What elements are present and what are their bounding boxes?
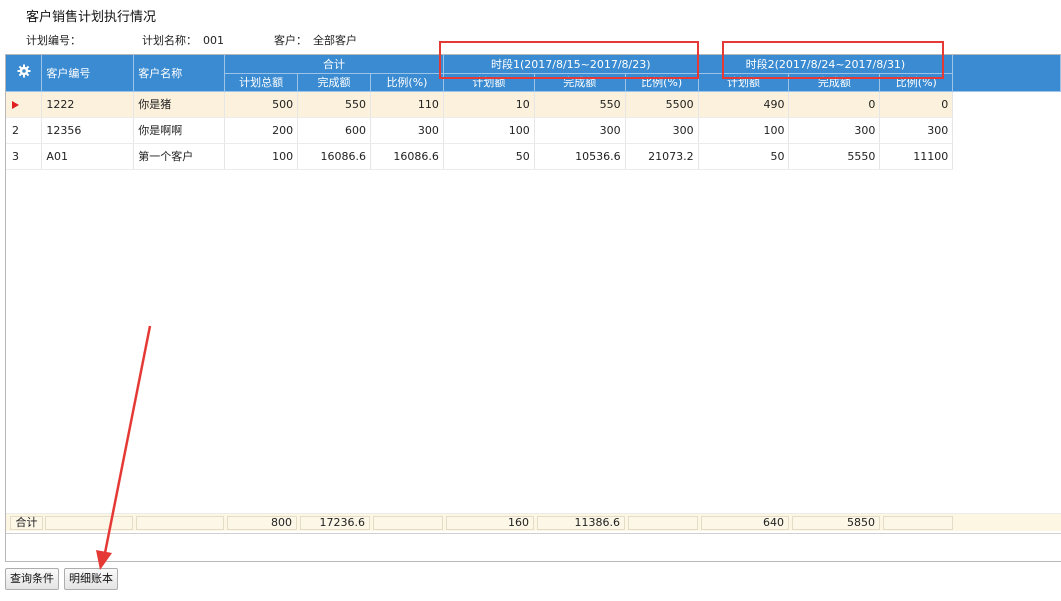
- page-title: 客户销售计划执行情况: [26, 10, 157, 25]
- cell-p2-done[interactable]: 0: [788, 91, 881, 118]
- plan-no-label: 计划编号：: [26, 34, 81, 47]
- table-row[interactable]: 1222 你是猪 500 550 110 10 550 5500 490 0 0: [6, 91, 1061, 118]
- col-customer-code[interactable]: 客户编号: [41, 55, 135, 92]
- cell-p2-ratio[interactable]: 300: [879, 117, 954, 144]
- plan-name-value: 001: [203, 34, 224, 47]
- cell-name[interactable]: 你是啊啊: [133, 117, 226, 144]
- cell-total-plan[interactable]: 500: [224, 91, 299, 118]
- cell-total-done[interactable]: 16086.6: [297, 143, 371, 170]
- cell-name[interactable]: 你是猪: [133, 91, 226, 118]
- col-total-plan[interactable]: 计划总额: [224, 73, 299, 92]
- cell-p2-done[interactable]: 300: [788, 117, 881, 144]
- cell-p2-plan[interactable]: 490: [698, 91, 790, 118]
- cell-p1-done[interactable]: 550: [534, 91, 626, 118]
- cell-total-ratio[interactable]: 110: [370, 91, 444, 118]
- cell-p2-done[interactable]: 5550: [788, 143, 881, 170]
- annotation-box-period1: [439, 41, 699, 79]
- row-indicator: [6, 91, 43, 118]
- cell-total-done[interactable]: 600: [297, 117, 371, 144]
- cell-p1-done[interactable]: 10536.6: [534, 143, 626, 170]
- summary-total-plan: 800: [227, 516, 297, 530]
- cell-p1-ratio[interactable]: 21073.2: [625, 143, 699, 170]
- gear-icon[interactable]: [17, 64, 31, 78]
- settings-button[interactable]: [6, 55, 43, 92]
- cell-code[interactable]: 1222: [41, 91, 135, 118]
- summary-p2-plan: 640: [701, 516, 789, 530]
- cell-name[interactable]: 第一个客户: [133, 143, 226, 170]
- summary-name: [136, 516, 224, 530]
- summary-p2-ratio: [883, 516, 953, 530]
- cell-code[interactable]: 12356: [41, 117, 135, 144]
- cell-total-ratio[interactable]: 300: [370, 117, 444, 144]
- annotation-box-period2: [722, 41, 944, 79]
- plan-name-label: 计划名称： 001: [142, 34, 224, 47]
- table-row[interactable]: 3 A01 第一个客户 100 16086.6 16086.6 50 10536…: [6, 143, 1061, 170]
- query-conditions-button[interactable]: 查询条件: [5, 568, 59, 590]
- cell-p2-plan[interactable]: 50: [698, 143, 790, 170]
- table-row[interactable]: 2 12356 你是啊啊 200 600 300 100 300 300 100…: [6, 117, 1061, 144]
- summary-p2-done: 5850: [792, 516, 880, 530]
- cell-p1-ratio[interactable]: 300: [625, 117, 699, 144]
- summary-row: 合计 800 17236.6 160 11386.6 640 5850: [6, 513, 1061, 531]
- cell-total-ratio[interactable]: 16086.6: [370, 143, 444, 170]
- summary-label: 合计: [10, 516, 43, 530]
- summary-p1-ratio: [628, 516, 698, 530]
- detail-ledger-button[interactable]: 明细账本: [64, 568, 118, 590]
- col-total-ratio[interactable]: 比例(%): [370, 73, 444, 92]
- cell-p2-ratio[interactable]: 11100: [879, 143, 954, 170]
- summary-total-done: 17236.6: [300, 516, 370, 530]
- group-total: 合计: [224, 55, 444, 74]
- cell-p1-ratio[interactable]: 5500: [625, 91, 699, 118]
- row-index: 3: [6, 143, 43, 170]
- cell-p1-plan[interactable]: 100: [443, 117, 535, 144]
- customer-value: 全部客户: [313, 34, 357, 47]
- col-customer-name[interactable]: 客户名称: [133, 55, 226, 92]
- cell-p2-plan[interactable]: 100: [698, 117, 790, 144]
- data-grid[interactable]: 客户编号 客户名称 合计 时段1(2017/8/15~2017/8/23) 时段…: [5, 54, 1061, 562]
- horizontal-scroll-area[interactable]: [6, 533, 1061, 561]
- summary-p1-plan: 160: [446, 516, 534, 530]
- cell-total-plan[interactable]: 100: [224, 143, 299, 170]
- col-filler: [952, 55, 1061, 92]
- cell-filler: [953, 117, 1061, 143]
- cell-total-done[interactable]: 550: [297, 91, 371, 118]
- cell-filler: [952, 91, 1061, 117]
- cell-p1-done[interactable]: 300: [534, 117, 626, 144]
- cell-filler: [953, 143, 1061, 169]
- current-row-arrow-icon: [12, 100, 19, 109]
- col-total-done[interactable]: 完成额: [297, 73, 371, 92]
- cell-code[interactable]: A01: [41, 143, 135, 170]
- summary-total-ratio: [373, 516, 443, 530]
- cell-total-plan[interactable]: 200: [224, 117, 299, 144]
- cell-p1-plan[interactable]: 50: [443, 143, 535, 170]
- cell-p2-ratio[interactable]: 0: [879, 91, 954, 118]
- customer-label: 客户： 全部客户: [274, 34, 357, 47]
- cell-p1-plan[interactable]: 10: [443, 91, 535, 118]
- summary-p1-done: 11386.6: [537, 516, 625, 530]
- summary-code: [45, 516, 133, 530]
- row-index: 2: [6, 117, 43, 144]
